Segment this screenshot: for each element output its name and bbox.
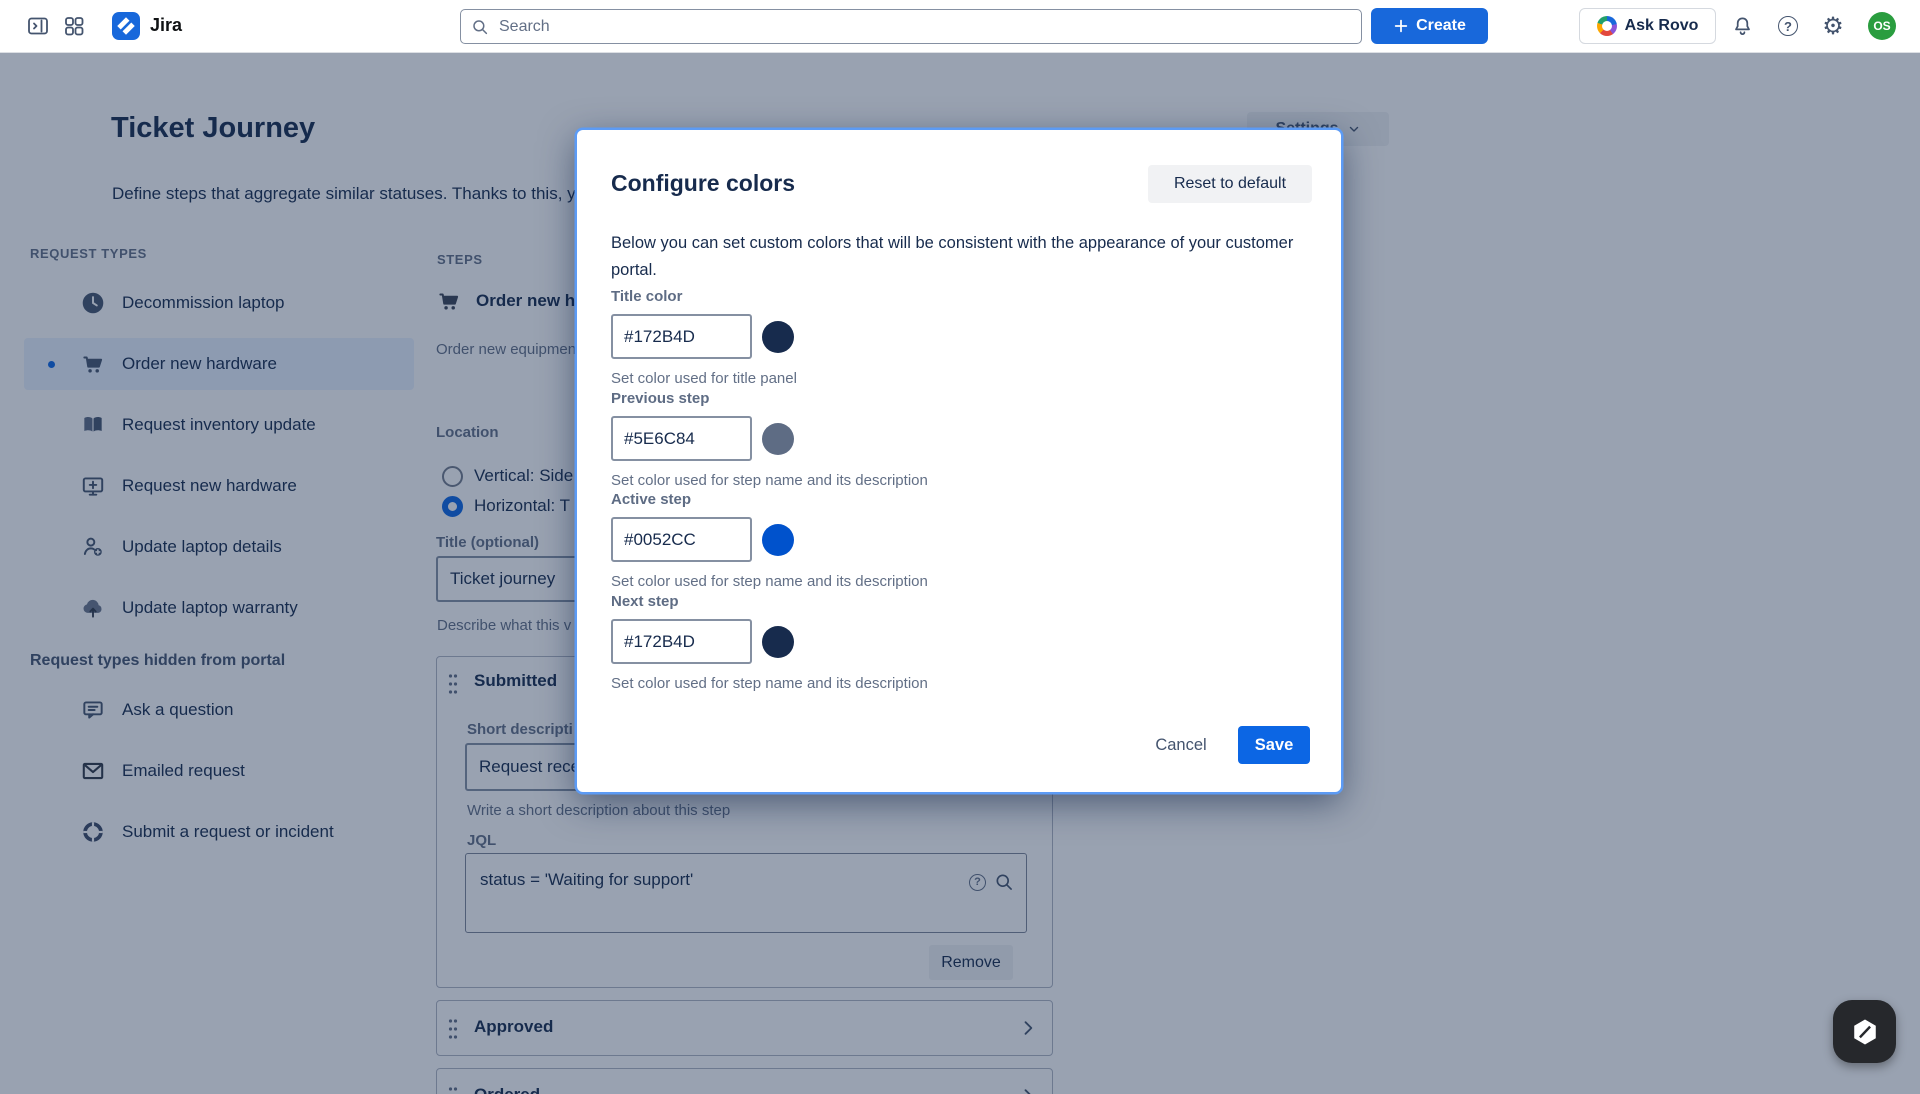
previous-step-label: Previous step (611, 390, 709, 407)
modal-description: Below you can set custom colors that wil… (611, 230, 1301, 284)
sidebar-toggle-icon[interactable] (26, 14, 50, 38)
hexagon-glyph-icon (1848, 1015, 1882, 1049)
rovo-icon (1597, 16, 1617, 36)
title-color-label: Title color (611, 288, 682, 305)
search-input[interactable] (497, 17, 1351, 37)
active-step-label: Active step (611, 491, 691, 508)
create-button[interactable]: Create (1371, 8, 1488, 44)
next-step-input[interactable] (611, 619, 752, 664)
active-step-input[interactable] (611, 517, 752, 562)
active-step-helper: Set color used for step name and its des… (611, 573, 928, 590)
app-switcher-icon[interactable] (62, 14, 86, 38)
next-step-swatch[interactable] (762, 626, 794, 658)
previous-step-input[interactable] (611, 416, 752, 461)
next-step-helper: Set color used for step name and its des… (611, 675, 928, 692)
help-icon[interactable]: ? (1776, 14, 1800, 38)
jira-ticket-journey-screen: Jira Create Ask Rovo ? ⚙ (0, 0, 1920, 1094)
title-color-swatch[interactable] (762, 321, 794, 353)
next-step-label: Next step (611, 593, 679, 610)
reset-to-default-button[interactable]: Reset to default (1148, 165, 1312, 203)
previous-step-swatch[interactable] (762, 423, 794, 455)
global-search[interactable] (460, 9, 1362, 44)
assist-widget-button[interactable] (1833, 1000, 1896, 1063)
active-step-swatch[interactable] (762, 524, 794, 556)
search-icon (471, 18, 489, 36)
settings-gear-icon[interactable]: ⚙ (1821, 14, 1845, 38)
notifications-bell-icon[interactable] (1730, 14, 1754, 38)
title-color-helper: Set color used for title panel (611, 370, 797, 387)
top-navigation-bar: Jira Create Ask Rovo ? ⚙ (0, 0, 1920, 53)
configure-colors-modal: Configure colors Reset to default Below … (577, 130, 1341, 792)
cancel-button[interactable]: Cancel (1145, 726, 1217, 764)
previous-step-helper: Set color used for step name and its des… (611, 472, 928, 489)
save-button[interactable]: Save (1238, 726, 1310, 764)
plus-icon (1393, 18, 1409, 34)
modal-title: Configure colors (611, 170, 795, 197)
app-name: Jira (150, 15, 182, 36)
title-color-input[interactable] (611, 314, 752, 359)
jira-logo-icon[interactable] (112, 12, 140, 40)
user-avatar[interactable]: OS (1868, 12, 1896, 40)
ask-rovo-button[interactable]: Ask Rovo (1579, 8, 1716, 44)
